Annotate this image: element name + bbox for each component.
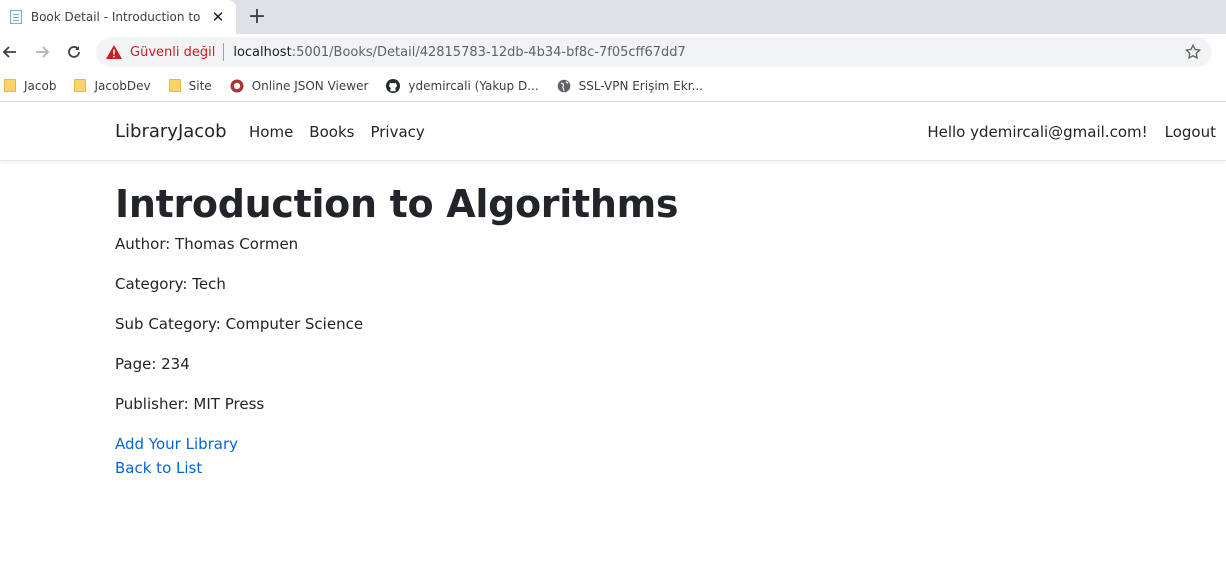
address-bar[interactable]: Güvenli değil localhost :5001/Books/Deta… [96, 37, 1212, 67]
book-page-count: Page: 234 [115, 355, 190, 373]
bookmark-label: SSL-VPN Erişim Ekr... [578, 78, 703, 93]
address-divider [223, 43, 225, 61]
book-detail: Introduction to Algorithms Author: Thoma… [115, 180, 679, 480]
logout-button[interactable]: Logout [1165, 123, 1216, 141]
user-area: Hello ydemircali@gmail.com! Logout [927, 123, 1216, 141]
book-category: Category: Tech [115, 275, 226, 293]
back-button[interactable] [0, 36, 26, 68]
bookmark-label: Online JSON Viewer [251, 78, 369, 93]
forward-button[interactable] [26, 36, 58, 68]
site-brand[interactable]: LibraryJacob [115, 121, 227, 142]
back-to-list-link[interactable]: Back to List [115, 456, 678, 480]
bookmark-label: ydemircali (Yakup D... [408, 78, 539, 93]
arrow-right-icon [36, 46, 50, 58]
bookmark-label: Site [188, 78, 212, 93]
nav-privacy[interactable]: Privacy [370, 123, 424, 141]
folder-icon [168, 79, 181, 92]
folder-icon [74, 79, 87, 92]
nav-home[interactable]: Home [249, 123, 293, 141]
bookmark-label: Jacob [24, 78, 57, 93]
book-sub-category: Sub Category: Computer Science [115, 315, 364, 333]
bookmark-ssl-vpn[interactable]: SSL-VPN Erişim Ekr... [557, 74, 703, 98]
bookmark-online-json-viewer[interactable]: Online JSON Viewer [230, 74, 369, 98]
main-nav: Home Books Privacy [249, 123, 441, 141]
bookmark-jacob[interactable]: Jacob [4, 74, 56, 98]
tab-title: Book Detail - Introduction to Alg [30, 10, 205, 24]
warning-icon [106, 45, 122, 59]
url-path: :5001/Books/Detail/42815783-12db-4b34-bf… [291, 44, 686, 60]
bookmarks-bar: Jacob JacobDev Site Online JSON Viewer y… [0, 70, 1226, 102]
new-tab-button[interactable]: + [244, 5, 270, 29]
security-status[interactable]: Güvenli değil [130, 45, 215, 60]
browser-tab-strip: Book Detail - Introduction to Alg ✕ + [0, 0, 1226, 34]
url-host: localhost [233, 44, 292, 60]
folder-icon [4, 79, 16, 92]
site-navbar: LibraryJacob Home Books Privacy Hello yd… [0, 102, 1226, 161]
nav-books[interactable]: Books [309, 123, 354, 141]
arrow-left-icon [2, 46, 16, 58]
bookmark-label: JacobDev [94, 78, 151, 93]
page-title: Introduction to Algorithms [115, 182, 679, 226]
user-greeting[interactable]: Hello ydemircali@gmail.com! [927, 123, 1147, 141]
json-viewer-icon [230, 79, 244, 92]
globe-icon [557, 79, 570, 92]
star-icon[interactable] [1184, 43, 1202, 61]
add-to-library-link[interactable]: Add Your Library [115, 432, 678, 456]
book-author: Author: Thomas Cormen [115, 235, 299, 253]
reload-icon [68, 46, 80, 58]
bookmark-jacobdev[interactable]: JacobDev [74, 74, 151, 98]
bookmark-github[interactable]: ydemircali (Yakup D... [386, 74, 539, 98]
browser-tab[interactable]: Book Detail - Introduction to Alg ✕ [0, 0, 236, 34]
browser-toolbar: Güvenli değil localhost :5001/Books/Deta… [0, 34, 1226, 70]
reload-button[interactable] [58, 36, 90, 68]
github-icon [386, 78, 401, 93]
bookmark-site[interactable]: Site [168, 74, 212, 98]
page-icon [8, 9, 24, 25]
book-publisher: Publisher: MIT Press [115, 395, 265, 413]
close-icon[interactable]: ✕ [208, 7, 228, 27]
